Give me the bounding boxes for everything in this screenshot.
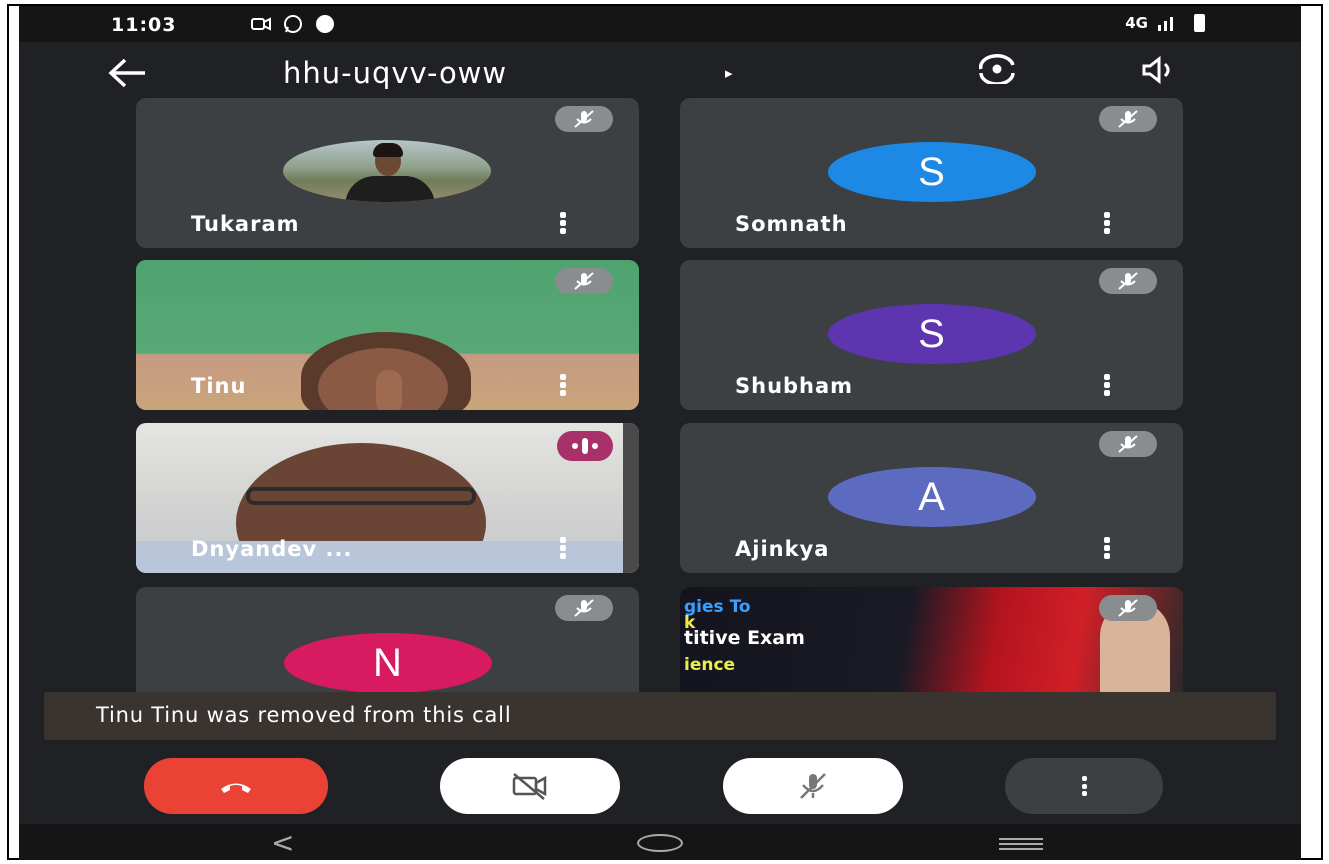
mic-off-icon [555, 268, 613, 294]
network-label: 4G [1125, 14, 1148, 32]
back-arrow-icon[interactable] [107, 56, 147, 96]
participant-tile[interactable]: Tinu [136, 260, 639, 410]
participant-name: Tukaram [191, 212, 300, 236]
status-bar: 11:03 4G [19, 6, 1301, 42]
phone-screen: 11:03 4G hhu-uqvv-oww ▸ Tukaram S Somnat… [19, 6, 1301, 860]
toast-message: Tinu Tinu was removed from this call [96, 703, 512, 727]
meeting-details-arrow-icon[interactable]: ▸ [725, 64, 733, 82]
nav-home-icon[interactable] [637, 834, 683, 852]
android-nav-bar: < [19, 824, 1301, 860]
mic-off-icon [800, 773, 826, 799]
participant-tile[interactable]: gies To k titive Exam ience [680, 587, 1183, 692]
participant-tile[interactable]: Tukaram [136, 98, 639, 248]
camera-off-icon [512, 773, 547, 800]
participant-name: Dnyandev ... [191, 537, 353, 561]
signal-icon [1158, 17, 1173, 31]
meeting-code[interactable]: hhu-uqvv-oww [283, 56, 507, 90]
more-vert-icon[interactable] [1103, 374, 1111, 396]
participant-tile[interactable]: S Somnath [680, 98, 1183, 248]
participant-name: Somnath [735, 212, 848, 236]
more-vert-icon[interactable] [1103, 537, 1111, 559]
camera-toggle-button[interactable] [440, 758, 620, 814]
more-options-button[interactable] [1005, 758, 1163, 814]
mic-off-icon [1099, 268, 1157, 294]
avatar: S [827, 304, 1036, 364]
more-vert-icon[interactable] [559, 374, 567, 396]
participant-tile[interactable]: A Ajinkya [680, 423, 1183, 573]
camera-icon [251, 17, 271, 31]
video-text-line: titive Exam [684, 627, 805, 649]
mic-off-icon [1099, 431, 1157, 457]
participant-tile[interactable]: S Shubham [680, 260, 1183, 410]
participant-tile[interactable]: N [136, 587, 639, 692]
call-header: hhu-uqvv-oww ▸ [19, 42, 1301, 102]
mic-off-icon [555, 595, 613, 621]
participant-tile[interactable]: Dnyandev ... [136, 423, 639, 573]
avatar: N [283, 633, 492, 692]
participant-name: Ajinkya [735, 537, 830, 561]
status-time: 11:03 [111, 14, 177, 36]
mic-off-icon [555, 106, 613, 132]
speaker-icon[interactable] [1141, 55, 1179, 85]
mic-toggle-button[interactable] [723, 758, 903, 814]
speaking-indicator-icon [557, 431, 613, 461]
more-options-icon [1080, 776, 1088, 796]
avatar [283, 140, 491, 202]
more-vert-icon[interactable] [559, 537, 567, 559]
chat-icon [316, 15, 334, 33]
hang-up-button[interactable] [144, 758, 328, 814]
mic-off-icon [1099, 106, 1157, 132]
status-right: 4G [1125, 14, 1205, 32]
switch-camera-icon[interactable] [977, 54, 1017, 84]
participant-name: Tinu [191, 374, 247, 398]
participant-name: Shubham [735, 374, 854, 398]
hang-up-icon [221, 783, 251, 793]
nav-back-icon[interactable]: < [271, 826, 294, 859]
toast-notification: Tinu Tinu was removed from this call [44, 692, 1276, 740]
avatar: A [827, 467, 1036, 527]
nav-recents-icon[interactable] [999, 838, 1043, 850]
battery-icon [1194, 14, 1205, 32]
whatsapp-icon [284, 15, 302, 33]
notification-icons [251, 14, 335, 34]
mic-off-icon [1099, 595, 1157, 621]
avatar: S [827, 142, 1036, 202]
video-text-line: ience [684, 655, 736, 675]
more-vert-icon[interactable] [1103, 212, 1111, 234]
more-vert-icon[interactable] [559, 212, 567, 234]
